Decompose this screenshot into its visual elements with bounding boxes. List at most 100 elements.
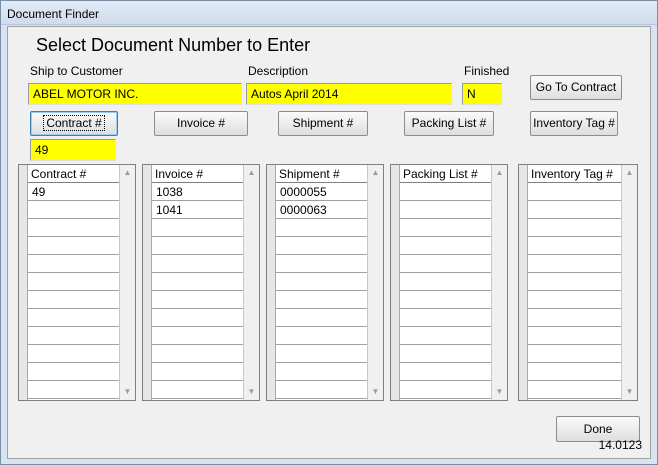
table-row[interactable] bbox=[528, 201, 621, 219]
inventory-tag-list-header: Inventory Tag # bbox=[528, 165, 621, 183]
description-field[interactable]: Autos April 2014 bbox=[246, 83, 452, 105]
scroll-down-arrow-icon[interactable]: ▼ bbox=[244, 384, 259, 400]
scroll-up-arrow-icon[interactable]: ▲ bbox=[120, 165, 135, 181]
table-row[interactable] bbox=[276, 345, 367, 363]
scroll-up-arrow-icon[interactable]: ▲ bbox=[622, 165, 637, 181]
row-selector-column[interactable] bbox=[143, 165, 152, 400]
table-row[interactable] bbox=[528, 327, 621, 345]
table-row[interactable] bbox=[528, 219, 621, 237]
table-row[interactable] bbox=[28, 273, 119, 291]
table-row[interactable] bbox=[400, 183, 491, 201]
invoice-number-button[interactable]: Invoice # bbox=[154, 111, 248, 136]
row-selector-column[interactable] bbox=[19, 165, 28, 400]
table-row[interactable]: 49 bbox=[28, 183, 119, 201]
table-row[interactable] bbox=[400, 201, 491, 219]
table-row[interactable] bbox=[276, 309, 367, 327]
finished-field[interactable]: N bbox=[462, 83, 502, 105]
table-row[interactable] bbox=[28, 255, 119, 273]
table-row[interactable] bbox=[152, 327, 243, 345]
shipment-list-rows: 0000055 0000063 bbox=[276, 183, 367, 400]
table-row[interactable] bbox=[528, 255, 621, 273]
packing-list-scrollbar[interactable]: ▲ ▼ bbox=[491, 165, 507, 400]
table-row[interactable] bbox=[400, 255, 491, 273]
ship-to-customer-field[interactable]: ABEL MOTOR INC. bbox=[28, 83, 242, 105]
table-row[interactable] bbox=[400, 237, 491, 255]
table-row[interactable] bbox=[152, 255, 243, 273]
shipment-number-button[interactable]: Shipment # bbox=[278, 111, 368, 136]
table-row[interactable] bbox=[400, 345, 491, 363]
table-row[interactable] bbox=[152, 381, 243, 399]
table-row[interactable] bbox=[152, 219, 243, 237]
table-row[interactable] bbox=[528, 183, 621, 201]
table-row[interactable] bbox=[28, 381, 119, 399]
table-row[interactable]: 0000063 bbox=[276, 201, 367, 219]
table-row[interactable] bbox=[28, 309, 119, 327]
table-row[interactable] bbox=[152, 237, 243, 255]
scroll-down-arrow-icon[interactable]: ▼ bbox=[368, 384, 383, 400]
packing-list-number-button[interactable]: Packing List # bbox=[404, 111, 494, 136]
scroll-up-arrow-icon[interactable]: ▲ bbox=[244, 165, 259, 181]
table-row[interactable]: 1038 bbox=[152, 183, 243, 201]
contract-list-scrollbar[interactable]: ▲ ▼ bbox=[119, 165, 135, 400]
table-row[interactable] bbox=[400, 291, 491, 309]
table-row[interactable] bbox=[28, 363, 119, 381]
table-row[interactable] bbox=[276, 273, 367, 291]
table-row[interactable] bbox=[528, 237, 621, 255]
table-row[interactable] bbox=[276, 255, 367, 273]
row-selector-column[interactable] bbox=[391, 165, 400, 400]
row-selector-column[interactable] bbox=[267, 165, 276, 400]
scroll-down-arrow-icon[interactable]: ▼ bbox=[622, 384, 637, 400]
table-row[interactable] bbox=[152, 273, 243, 291]
contract-number-field[interactable]: 49 bbox=[30, 139, 116, 161]
table-row[interactable] bbox=[528, 291, 621, 309]
table-row[interactable] bbox=[400, 381, 491, 399]
shipment-list-scrollbar[interactable]: ▲ ▼ bbox=[367, 165, 383, 400]
invoice-list[interactable]: Invoice # 1038 1041 ▲ ▼ bbox=[142, 164, 260, 401]
contract-list-rows: 49 bbox=[28, 183, 119, 400]
go-to-contract-button[interactable]: Go To Contract bbox=[530, 75, 622, 100]
table-row[interactable] bbox=[528, 345, 621, 363]
table-row[interactable] bbox=[28, 201, 119, 219]
table-row[interactable] bbox=[528, 309, 621, 327]
table-row[interactable] bbox=[528, 363, 621, 381]
scroll-down-arrow-icon[interactable]: ▼ bbox=[120, 384, 135, 400]
table-row[interactable]: 0000055 bbox=[276, 183, 367, 201]
row-selector-column[interactable] bbox=[519, 165, 528, 400]
table-row[interactable] bbox=[400, 309, 491, 327]
table-row[interactable] bbox=[28, 345, 119, 363]
title-bar[interactable]: Document Finder bbox=[1, 1, 657, 25]
table-row[interactable] bbox=[152, 291, 243, 309]
table-row[interactable] bbox=[28, 219, 119, 237]
scroll-up-arrow-icon[interactable]: ▲ bbox=[368, 165, 383, 181]
table-row[interactable] bbox=[28, 291, 119, 309]
table-row[interactable]: 1041 bbox=[152, 201, 243, 219]
table-row[interactable] bbox=[276, 327, 367, 345]
contract-number-button[interactable]: Contract # bbox=[30, 111, 118, 136]
scroll-down-arrow-icon[interactable]: ▼ bbox=[492, 384, 507, 400]
table-row[interactable] bbox=[400, 273, 491, 291]
table-row[interactable] bbox=[276, 381, 367, 399]
table-row[interactable] bbox=[28, 327, 119, 345]
table-row[interactable] bbox=[152, 363, 243, 381]
shipment-list[interactable]: Shipment # 0000055 0000063 ▲ ▼ bbox=[266, 164, 384, 401]
table-row[interactable] bbox=[528, 381, 621, 399]
contract-list-header: Contract # bbox=[28, 165, 119, 183]
scroll-up-arrow-icon[interactable]: ▲ bbox=[492, 165, 507, 181]
table-row[interactable] bbox=[152, 309, 243, 327]
table-row[interactable] bbox=[276, 237, 367, 255]
inventory-tag-list-scrollbar[interactable]: ▲ ▼ bbox=[621, 165, 637, 400]
table-row[interactable] bbox=[276, 363, 367, 381]
packing-list-list[interactable]: Packing List # ▲ ▼ bbox=[390, 164, 508, 401]
table-row[interactable] bbox=[276, 291, 367, 309]
table-row[interactable] bbox=[28, 237, 119, 255]
table-row[interactable] bbox=[400, 219, 491, 237]
table-row[interactable] bbox=[152, 345, 243, 363]
table-row[interactable] bbox=[400, 363, 491, 381]
table-row[interactable] bbox=[400, 327, 491, 345]
inventory-tag-list[interactable]: Inventory Tag # ▲ ▼ bbox=[518, 164, 638, 401]
table-row[interactable] bbox=[276, 219, 367, 237]
contract-list[interactable]: Contract # 49 ▲ ▼ bbox=[18, 164, 136, 401]
invoice-list-scrollbar[interactable]: ▲ ▼ bbox=[243, 165, 259, 400]
inventory-tag-number-button[interactable]: Inventory Tag # bbox=[530, 111, 618, 136]
table-row[interactable] bbox=[528, 273, 621, 291]
